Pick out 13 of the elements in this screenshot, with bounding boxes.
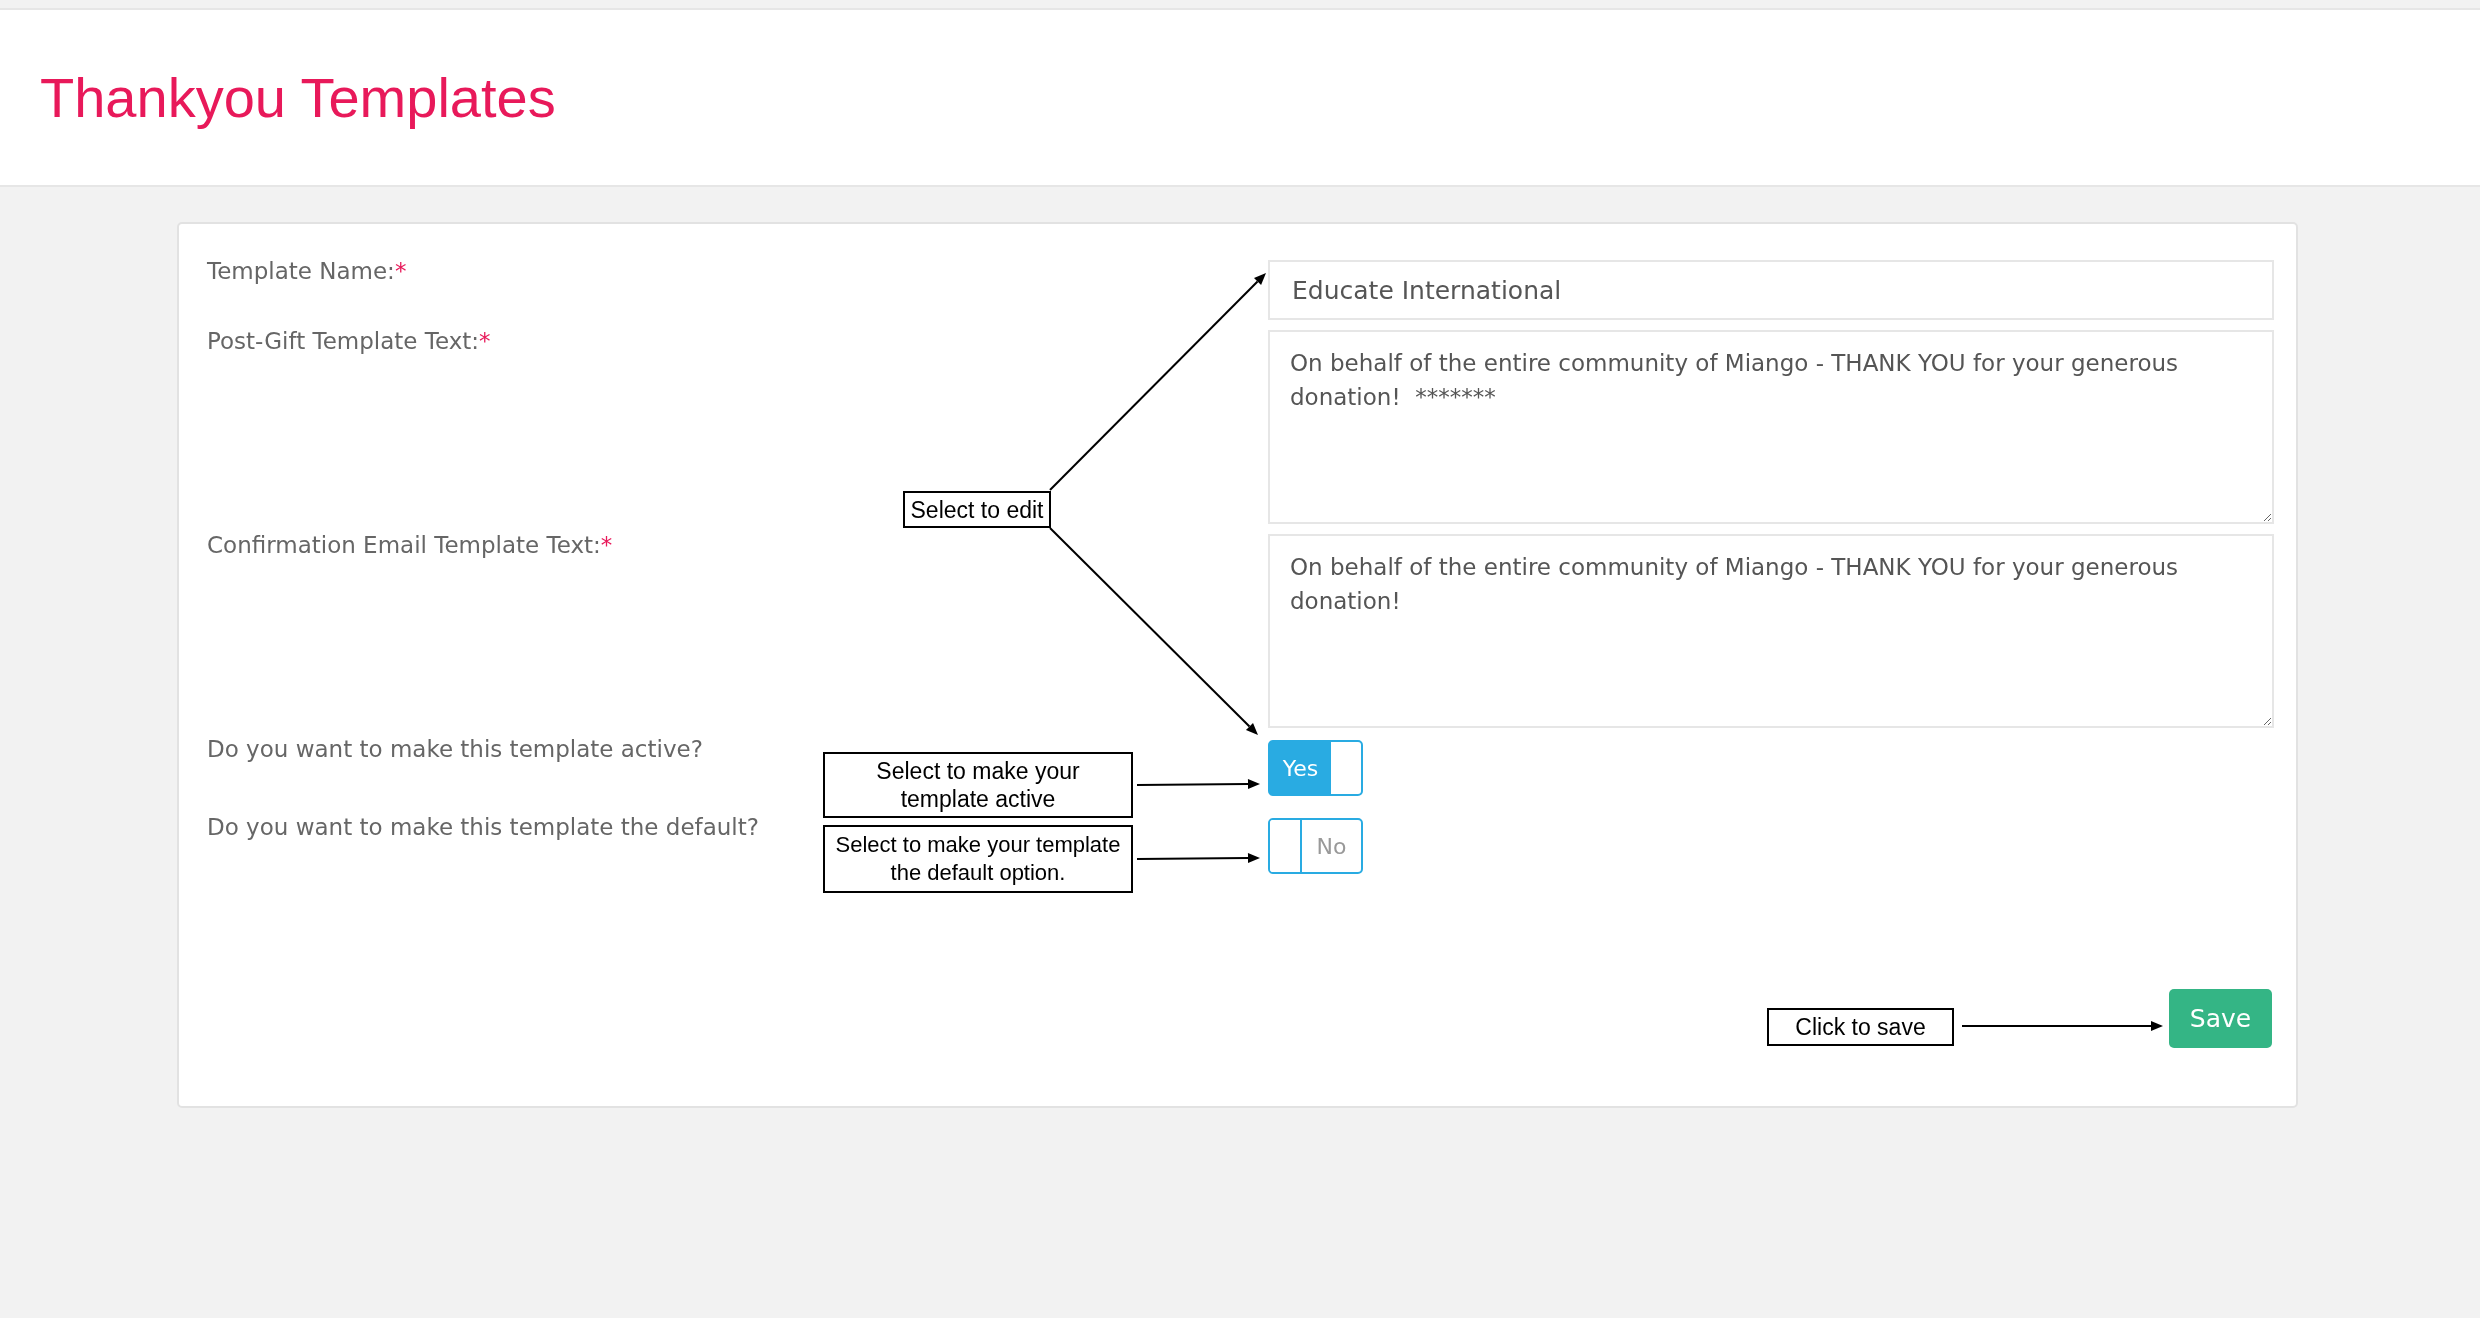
field-label: Post-Gift Template Text:* [207, 330, 491, 352]
text-area[interactable]: On behalf of the entire community of Miango - THANK YOU for your generous donation! [1268, 534, 2274, 728]
callout-label: Select to edit [903, 491, 1051, 528]
callout-label: Select to make your template active [823, 752, 1133, 818]
field-label: Confirmation Email Template Text:* [207, 534, 613, 556]
input-field[interactable]: Educate International [1268, 260, 2274, 320]
text-area[interactable]: On behalf of the entire community of Miango - THANK YOU for your generous donation! ******* [1268, 330, 2274, 524]
callout-label: Click to save [1767, 1008, 1954, 1046]
field-label: Do you want to make this template active? [207, 738, 703, 760]
callout-label: Select to make your template the default option. [823, 825, 1133, 893]
page-title: Thankyou Templates [40, 65, 556, 130]
field-label: Template Name:* [207, 260, 407, 282]
field-label: Do you want to make this template the default? [207, 816, 759, 838]
